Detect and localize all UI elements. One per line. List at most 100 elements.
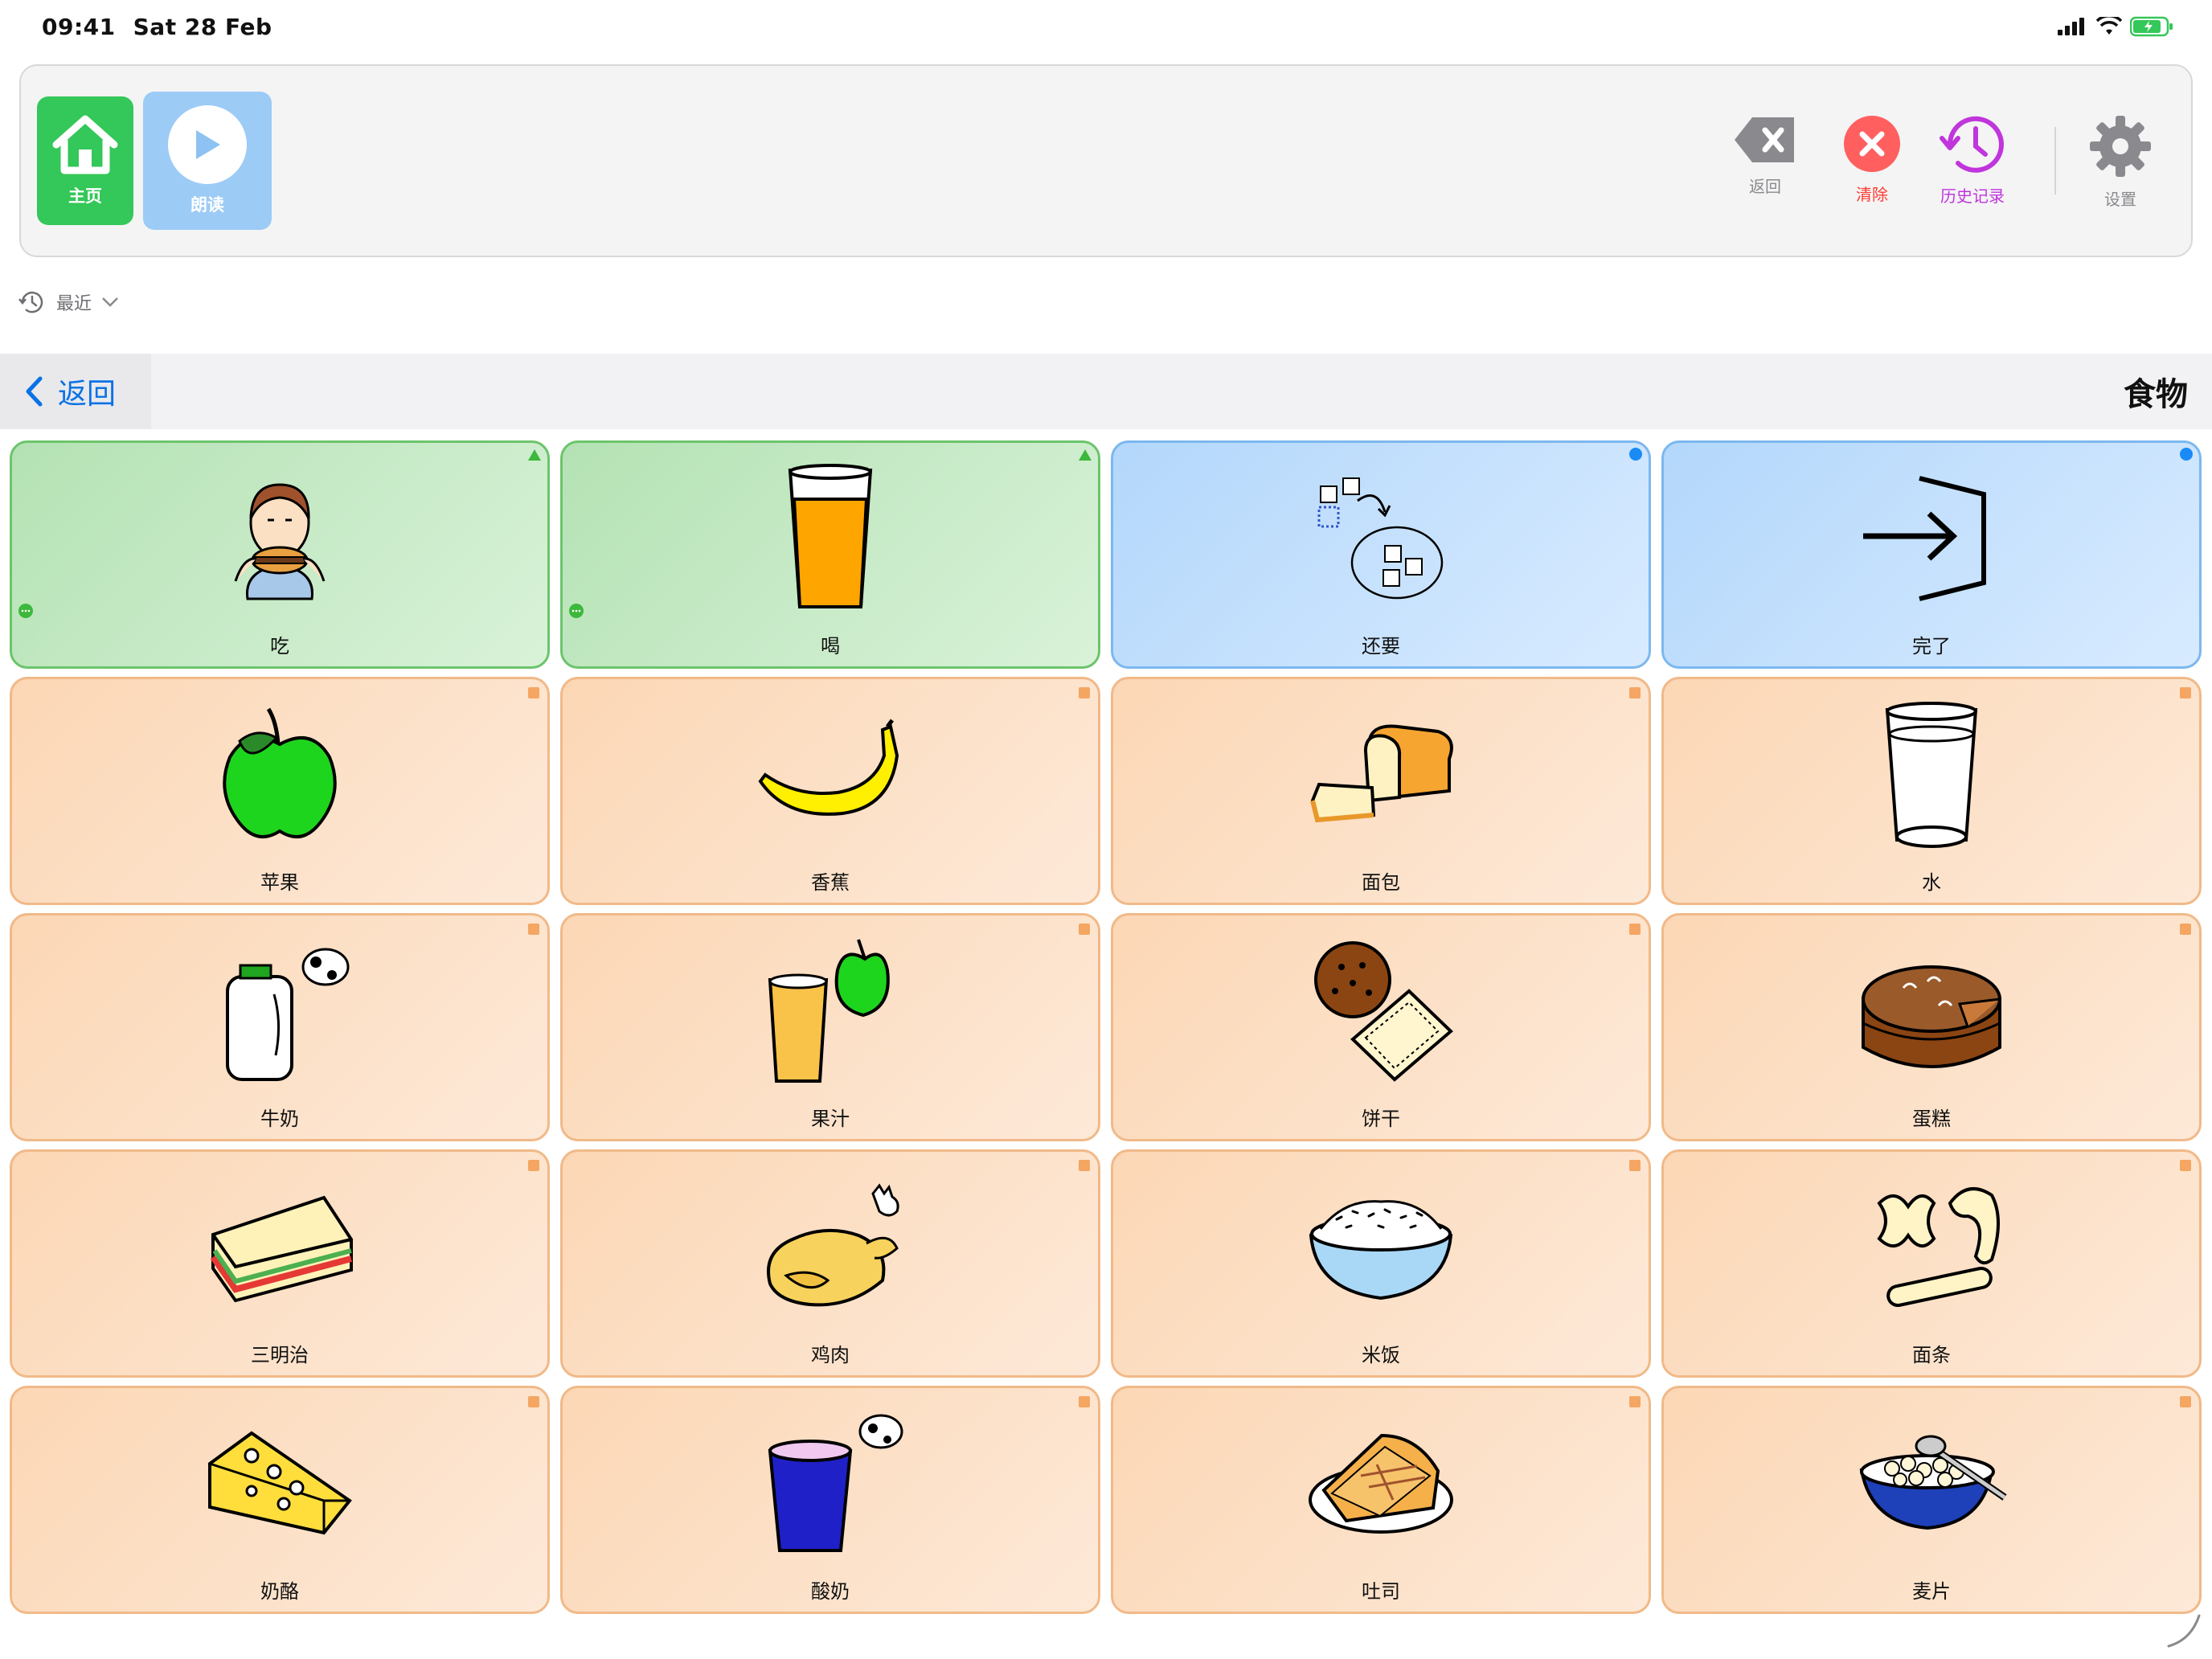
symbol-label: 苹果 [260,871,299,894]
history-icon [1940,116,2004,173]
home-button[interactable]: 主页 [37,96,133,225]
toolbar-divider [2054,127,2056,195]
symbol-label: 蛋糕 [1912,1108,1951,1130]
history-label: 历史记录 [1940,186,2005,206]
cell-type-marker [528,449,541,461]
backspace-button[interactable]: 返回 [1733,114,1797,197]
grammar-ellipsis-icon[interactable] [18,604,33,618]
symbol-cell[interactable]: 苹果 [10,677,550,905]
cell-type-marker [1629,1160,1641,1171]
symbol-label: 奶酪 [260,1580,299,1603]
home-icon [52,115,118,174]
backspace-icon [1735,117,1794,162]
chicken-icon [750,1171,911,1324]
symbol-label: 牛奶 [260,1108,299,1130]
biscuit-icon [1301,935,1461,1088]
cell-type-marker [528,1160,539,1171]
grammar-ellipsis-icon[interactable] [569,604,584,618]
cell-type-marker [1079,1160,1090,1171]
symbol-label: 米饭 [1362,1344,1400,1366]
battery-icon [2130,16,2173,37]
cheese-icon [199,1407,360,1560]
recent-label: 最近 [56,294,92,314]
drink-icon [750,462,911,615]
page-title: 食物 [2124,376,2188,413]
symbol-cell[interactable]: 吃 [10,440,550,669]
chevron-down-icon [102,297,118,307]
cell-type-marker [528,1396,539,1407]
symbol-label: 三明治 [251,1344,309,1366]
symbol-label: 吐司 [1362,1580,1400,1603]
symbol-cell[interactable]: 奶酪 [10,1386,550,1614]
chevron-left-icon [26,376,43,407]
symbol-label: 还要 [1362,635,1400,657]
toast-icon [1301,1407,1461,1560]
symbol-cell[interactable]: 鸡肉 [560,1149,1100,1378]
symbol-cell[interactable]: 果汁 [560,913,1100,1141]
cake-icon [1851,935,2012,1088]
cell-type-marker [2180,687,2191,698]
symbol-cell[interactable]: 香蕉 [560,677,1100,905]
cell-type-marker [1079,687,1090,698]
nav-back-button[interactable]: 返回 [0,354,151,429]
cell-type-marker [1629,687,1641,698]
symbol-cell[interactable]: 水 [1661,677,2202,905]
symbol-label: 酸奶 [811,1580,850,1603]
symbol-label: 面包 [1362,871,1400,894]
speak-button[interactable]: 朗读 [143,92,272,230]
history-button[interactable]: 历史记录 [1939,114,2006,207]
recent-dropdown[interactable]: 最近 [18,289,119,315]
symbol-label: 麦片 [1912,1580,1951,1603]
symbol-cell[interactable]: 吐司 [1111,1386,1651,1614]
cereal-icon [1851,1407,2012,1560]
status-time: 09:41 [42,13,116,40]
gear-icon [2090,116,2151,177]
symbol-cell[interactable]: 麦片 [1661,1386,2202,1614]
cell-type-marker [2180,448,2193,461]
symbol-label: 完了 [1912,635,1951,657]
milk-icon [199,935,360,1088]
symbol-cell[interactable]: 完了 [1661,440,2202,669]
more-icon [1301,462,1461,615]
symbol-cell[interactable]: 米饭 [1111,1149,1651,1378]
clear-button[interactable]: 清除 [1842,114,1902,205]
symbol-cell[interactable]: 酸奶 [560,1386,1100,1614]
symbol-label: 果汁 [811,1108,850,1130]
symbol-cell[interactable]: 蛋糕 [1661,913,2202,1141]
symbol-cell[interactable]: 面包 [1111,677,1651,905]
finished-icon [1851,462,2012,615]
wifi-icon [2096,17,2122,35]
symbol-label: 喝 [821,635,840,657]
banana-icon [750,698,911,851]
settings-label: 设置 [2104,190,2136,209]
symbol-grid: 吃 喝 还要 完了 苹果 香蕉 面包 水 牛奶 果汁 饼干 蛋糕 三明治 鸡肉 … [10,440,2202,1619]
settings-button[interactable]: 设置 [2088,114,2153,210]
cell-type-marker [1629,448,1642,461]
resize-handle-icon[interactable] [2162,1609,2202,1649]
symbol-label: 吃 [270,635,289,657]
clear-label: 清除 [1856,185,1888,204]
sandwich-icon [199,1171,360,1324]
signal-icon [2058,18,2084,35]
nav-back-label: 返回 [58,378,117,411]
clear-icon [1844,116,1900,172]
apple-icon [199,698,360,851]
symbol-cell[interactable]: 牛奶 [10,913,550,1141]
symbol-cell[interactable]: 三明治 [10,1149,550,1378]
cell-type-marker [1079,449,1092,461]
symbol-label: 水 [1922,871,1941,894]
speak-label: 朗读 [190,195,224,215]
cell-type-marker [1079,924,1090,935]
play-icon [196,130,220,159]
message-bar[interactable]: 主页 朗读 返回 清除 历史记录 设置 [19,64,2193,257]
symbol-cell[interactable]: 饼干 [1111,913,1651,1141]
pasta-icon [1851,1171,2012,1324]
symbol-cell[interactable]: 面条 [1661,1149,2202,1378]
water-icon [1851,698,2012,851]
symbol-label: 饼干 [1362,1108,1400,1130]
yogurt-icon [750,1407,911,1560]
bread-icon [1301,698,1461,851]
symbol-cell[interactable]: 还要 [1111,440,1651,669]
symbol-cell[interactable]: 喝 [560,440,1100,669]
cell-type-marker [1079,1396,1090,1407]
